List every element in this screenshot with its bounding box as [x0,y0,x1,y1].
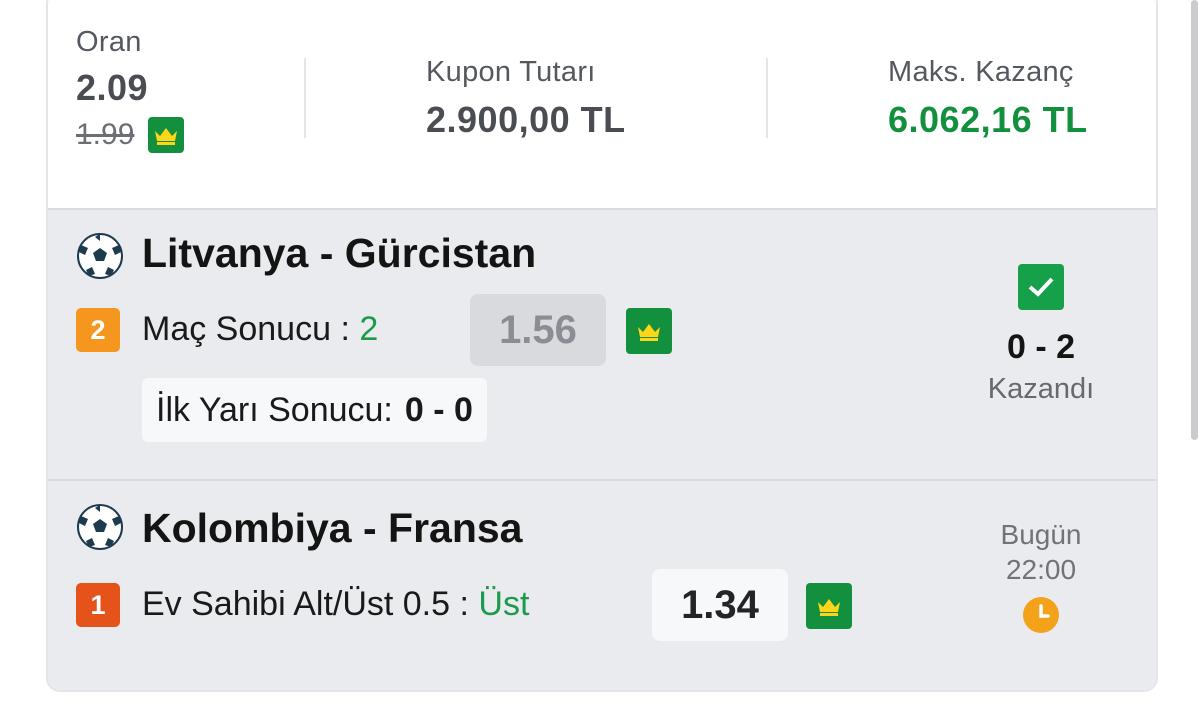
total-odds-value: 2.09 [76,67,149,108]
match-row[interactable]: Litvanya - Gürcistan 2 Maç Sonucu : 2 1.… [48,210,1156,481]
crown-icon [806,583,852,629]
stake-label: Kupon Tutarı [426,56,596,88]
market-text: Ev Sahibi Alt/Üst 0.5 : Üst [142,585,529,624]
final-score: 0 - 2 [1006,328,1076,366]
match-day: Bugün [1000,519,1082,550]
match-time: 22:00 [1005,554,1077,585]
mbs-badge: 1 [76,583,120,627]
mbs-badge: 2 [76,308,120,352]
soccer-ball-icon [77,504,123,550]
match-status: Bugün 22:00 [970,517,1112,633]
match-teams: Kolombiya - Fransa [142,505,523,551]
summary-divider [766,58,768,138]
clock-icon [1023,597,1059,633]
first-half-score: 0 - 0 [404,390,473,429]
old-odds-row: 1.99 [76,117,185,153]
match-row[interactable]: Kolombiya - Fransa 1 Ev Sahibi Alt/Üst 0… [48,481,1156,690]
odds-column: Oran 2.09 1.99 [76,26,185,153]
odds-label: Oran [76,26,142,58]
first-half-result: İlk Yarı Sonucu: 0 - 0 [142,378,487,442]
odds-box[interactable]: 1.34 [652,569,788,641]
coupon-card: Oran 2.09 1.99 Kupon Tutarı 2.900,00 TL … [46,0,1158,692]
max-win-label: Maks. Kazanç [888,56,1074,88]
max-win-column: Maks. Kazanç 6.062,16 TL [888,56,1088,141]
crown-icon [148,117,185,153]
market-text: Maç Sonucu : 2 [142,310,378,349]
scrollbar[interactable] [1191,0,1198,440]
market-pick: 2 [359,310,379,348]
status-text: Kazandı [987,373,1095,405]
soccer-ball-icon [77,233,123,279]
max-win-value: 6.062,16 TL [888,99,1088,140]
summary-divider [304,58,306,138]
market-label: Ev Sahibi Alt/Üst 0.5 : [142,585,469,623]
match-status: 0 - 2 Kazandı [960,264,1122,406]
stake-value: 2.900,00 TL [426,99,626,140]
check-icon [1018,264,1064,310]
market-label: Maç Sonucu : [142,310,350,348]
old-odds-value: 1.99 [76,118,135,151]
market-pick: Üst [478,585,530,623]
stake-column: Kupon Tutarı 2.900,00 TL [426,56,626,141]
coupon-summary: Oran 2.09 1.99 Kupon Tutarı 2.900,00 TL … [48,0,1156,210]
match-teams: Litvanya - Gürcistan [142,230,537,276]
odds-box[interactable]: 1.56 [470,294,606,366]
first-half-label: İlk Yarı Sonucu: [156,390,393,429]
crown-icon [626,308,672,354]
